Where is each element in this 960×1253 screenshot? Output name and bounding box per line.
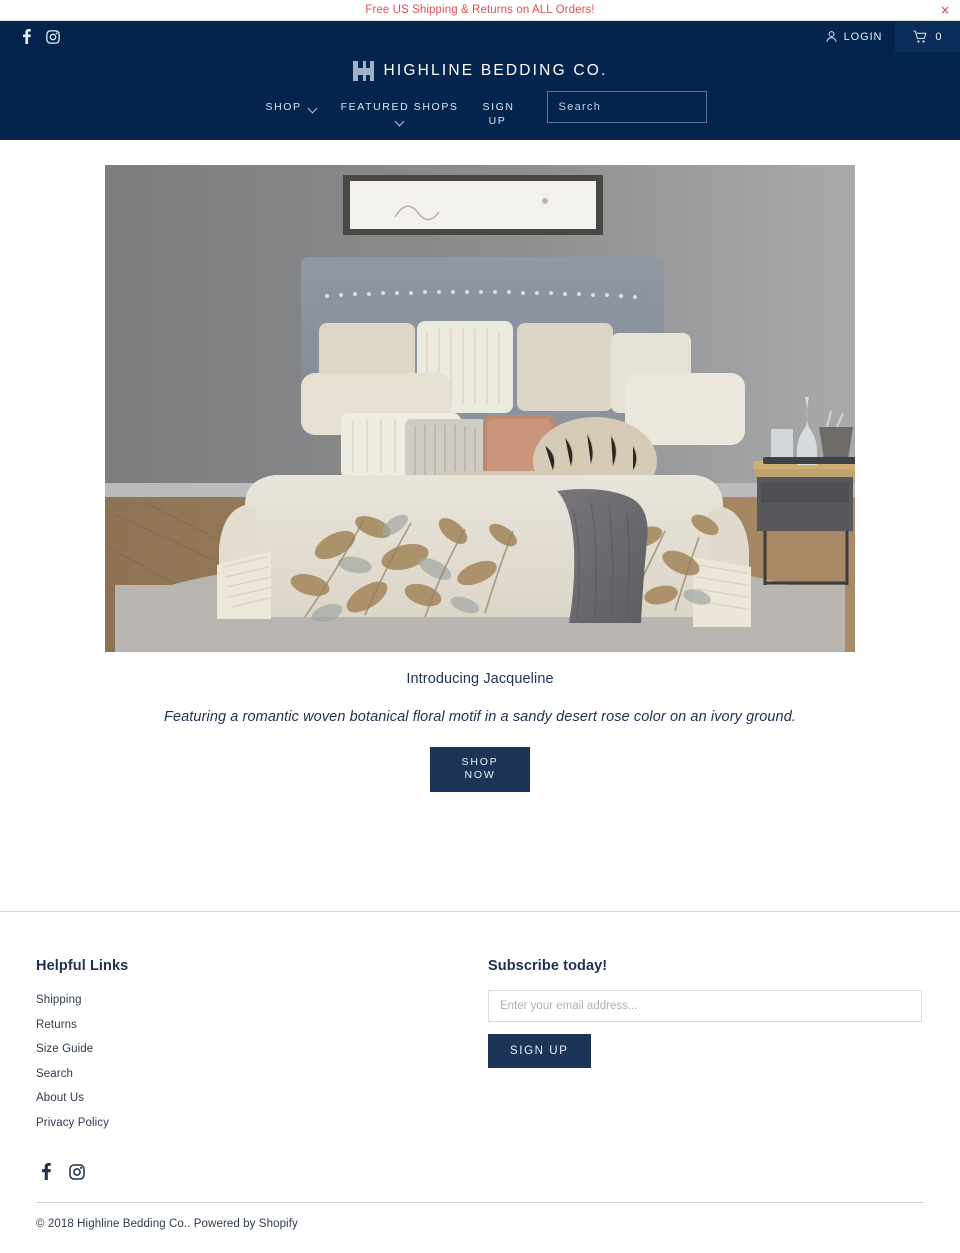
footer-link-list: Shipping Returns Size Guide Search About… <box>36 990 488 1131</box>
footer-link-returns[interactable]: Returns <box>36 1019 77 1031</box>
logo-monogram-icon <box>352 61 374 81</box>
header-utility-bar: LOGIN 0 <box>0 21 960 52</box>
helpful-links-heading: Helpful Links <box>36 958 129 974</box>
copyright-text: © 2018 Highline Bedding Co.. Powered by … <box>36 1218 298 1230</box>
shop-now-line1: SHOP <box>461 756 499 768</box>
footer-link-size-guide[interactable]: Size Guide <box>36 1043 93 1055</box>
login-label: LOGIN <box>843 30 883 43</box>
announcement-text: Free US Shipping & Returns on ALL Orders… <box>365 4 595 16</box>
list-item: About Us <box>36 1088 488 1106</box>
footer-link-privacy-policy[interactable]: Privacy Policy <box>36 1117 109 1129</box>
logo-text: HIGHLINE BEDDING CO. <box>383 62 608 79</box>
logo-row: HIGHLINE BEDDING CO. <box>0 52 960 85</box>
email-field[interactable] <box>488 990 922 1022</box>
nav-item-sign-up-label: SIGN UP <box>482 101 515 127</box>
search-input[interactable] <box>558 101 701 113</box>
list-item: Shipping <box>36 990 488 1008</box>
nav-item-featured-shops[interactable]: FEATURED SHOPS <box>329 91 471 123</box>
announcement-bar: Free US Shipping & Returns on ALL Orders… <box>0 0 960 21</box>
main-navigation: SHOP FEATURED SHOPS SIGN UP <box>0 85 960 128</box>
facebook-icon[interactable] <box>37 1163 54 1180</box>
cart-button[interactable]: 0 <box>895 21 960 52</box>
nav-item-shop[interactable]: SHOP <box>253 91 328 114</box>
hero-image[interactable] <box>105 165 855 652</box>
login-button[interactable]: LOGIN <box>825 21 896 52</box>
close-icon[interactable]: × <box>940 4 950 16</box>
site-logo[interactable]: HIGHLINE BEDDING CO. <box>352 61 608 81</box>
footer-social-links <box>36 1163 924 1180</box>
instagram-icon[interactable] <box>68 1163 85 1180</box>
footer-link-shipping[interactable]: Shipping <box>36 994 82 1006</box>
chevron-down-icon <box>309 105 317 110</box>
site-header: LOGIN 0 HIGHLINE BEDDING CO. SHOP FEATUR… <box>0 21 960 140</box>
list-item: Privacy Policy <box>36 1113 488 1131</box>
hero-cta-row: SHOP NOW <box>0 747 960 792</box>
instagram-icon[interactable] <box>45 29 60 44</box>
user-icon <box>826 31 837 42</box>
header-social-links <box>0 29 60 44</box>
hero-bedroom-illustration <box>105 165 855 652</box>
hero-subtitle: Featuring a romantic woven botanical flo… <box>163 709 796 725</box>
footer-helpful-links: Helpful Links Shipping Returns Size Guid… <box>36 958 488 1137</box>
shop-now-line2: NOW <box>464 769 496 781</box>
nav-item-shop-label: SHOP <box>265 101 302 113</box>
hero-section: Introducing Jacqueline Featuring a roman… <box>0 140 960 792</box>
list-item: Size Guide <box>36 1039 488 1057</box>
footer-subscribe: Subscribe today! SIGN UP <box>488 958 924 1137</box>
nav-item-featured-shops-label: FEATURED SHOPS <box>340 101 459 113</box>
nav-item-sign-up[interactable]: SIGN UP <box>471 91 525 128</box>
footer-link-search[interactable]: Search <box>36 1068 73 1080</box>
shop-now-button[interactable]: SHOP NOW <box>430 747 530 792</box>
facebook-icon[interactable] <box>19 29 34 44</box>
list-item: Search <box>36 1064 488 1082</box>
footer-columns: Helpful Links Shipping Returns Size Guid… <box>36 912 924 1137</box>
chevron-down-icon <box>396 118 404 123</box>
header-account-area: LOGIN 0 <box>825 21 960 52</box>
search-box[interactable] <box>546 91 707 123</box>
signup-button[interactable]: SIGN UP <box>488 1034 591 1068</box>
cart-icon <box>913 30 927 43</box>
site-footer: Helpful Links Shipping Returns Size Guid… <box>0 911 960 1230</box>
subscribe-heading: Subscribe today! <box>488 958 608 974</box>
footer-link-about-us[interactable]: About Us <box>36 1092 84 1104</box>
list-item: Returns <box>36 1015 488 1033</box>
cart-count: 0 <box>935 30 942 43</box>
hero-title: Introducing Jacqueline <box>406 671 554 687</box>
